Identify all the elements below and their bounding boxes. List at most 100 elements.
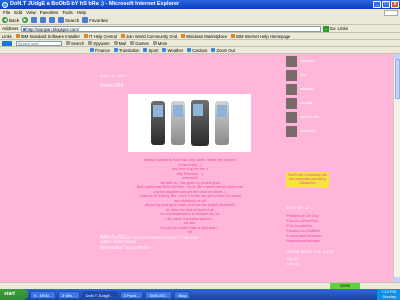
- phone-image: [214, 101, 229, 145]
- archive-link[interactable]: June (4): [286, 262, 299, 267]
- post-image[interactable]: [128, 94, 251, 152]
- toolbar-search-input[interactable]: Search web...: [16, 40, 62, 46]
- profile-list: xiaxiaoyu Mxy alibabao Lisaball sweet in…: [286, 54, 336, 138]
- toolbar-games-button[interactable]: Games: [130, 41, 149, 46]
- go-button[interactable]: → Go: [322, 25, 336, 32]
- post-footer: POSTED BY XIAN AT 7:49 PM 0 COMMENTS LIN…: [100, 236, 280, 244]
- back-button[interactable]: ◀ Back: [2, 17, 19, 23]
- home-button[interactable]: [49, 17, 56, 23]
- scroll-thumb[interactable]: [395, 59, 400, 99]
- clock-day: Sunday: [382, 293, 396, 299]
- profile-name: alibabao: [300, 87, 314, 91]
- zoom-out-label: Zoom Out: [216, 47, 236, 53]
- avatar: [286, 55, 297, 67]
- phone-image: [190, 100, 209, 146]
- link-ibm-help[interactable]: IBM Internet Help Homepage: [231, 34, 290, 39]
- next-post-title[interactable]: Remember i am a BITCH: [100, 245, 151, 250]
- taskbar-item[interactable]: SIMUSO...: [145, 290, 173, 299]
- close-button[interactable]: x: [391, 1, 399, 8]
- sidebar-link[interactable]: *Inspirations/be/inspo: [286, 239, 322, 244]
- toolbar-more-button[interactable]: More: [152, 41, 167, 46]
- finance-button[interactable]: Finance: [90, 48, 110, 53]
- vertical-scrollbar[interactable]: [393, 54, 400, 282]
- weather-button[interactable]: Weather: [162, 48, 183, 53]
- taskbar-item-active[interactable]: DoN.T JUdgE...: [81, 290, 118, 299]
- menu-favorites[interactable]: Favorites: [40, 10, 59, 15]
- blog-post: JULY 4, 2007 Nokia N95 always wanted to …: [100, 74, 280, 244]
- link-windows-marketplace[interactable]: Windows Marketplace: [181, 34, 227, 39]
- ie-icon: [2, 1, 8, 8]
- taskbar-item[interactable]: Blog: [174, 290, 191, 299]
- minimize-button[interactable]: _: [373, 1, 381, 8]
- address-input[interactable]: http://xianpan.blogspot.com/: [20, 25, 321, 32]
- home-icon: [49, 17, 56, 23]
- navigation-toolbar: ◀ Back ▶ Search Favorites: [0, 16, 400, 25]
- avatar: [286, 125, 297, 137]
- menu-file[interactable]: File: [3, 10, 10, 15]
- post-title[interactable]: Nokia N95: [100, 83, 280, 89]
- profile-item[interactable]: xiaxiaoyu: [286, 54, 336, 68]
- link-ibm-installer[interactable]: IBM Standard Software Installer: [16, 34, 80, 39]
- avatar: [286, 69, 297, 81]
- search-icon: [58, 17, 65, 23]
- link-it-help[interactable]: IT Help Central: [84, 34, 117, 39]
- forward-button[interactable]: ▶: [22, 17, 29, 23]
- mail-icon: [113, 41, 118, 45]
- taskbar: start 9 - MSN... 3 Win... DoN.T JUdgE...…: [0, 289, 400, 300]
- links-bar-label: Links: [2, 33, 12, 39]
- community-widget[interactable]: ForeFinder Community visit the community…: [286, 172, 329, 188]
- post-body: always wanted to have this cool, sleek, …: [100, 158, 280, 235]
- refresh-button[interactable]: [40, 17, 47, 23]
- status-bar: 100%: [0, 282, 400, 289]
- back-arrow-icon: ◀: [2, 17, 8, 23]
- menu-edit[interactable]: Edit: [14, 10, 22, 15]
- taskbar-item[interactable]: 3 Win...: [58, 290, 80, 299]
- profile-item[interactable]: Mxy: [286, 68, 336, 82]
- shield-icon: [88, 41, 93, 45]
- toolbar-search-button[interactable]: Search: [66, 41, 84, 46]
- favorites-button[interactable]: Favorites: [82, 17, 108, 23]
- toolbar-spyware-label: Spyware: [93, 40, 110, 46]
- system-tray: 7:24 PM Sunday: [377, 289, 400, 300]
- profile-item[interactable]: loverlovet: [286, 124, 336, 138]
- profile-item[interactable]: sweet in me: [286, 110, 336, 124]
- menu-tools[interactable]: Tools: [62, 10, 73, 15]
- next-post-date: JULY 3, 2007: [100, 234, 127, 238]
- zoom-out-button[interactable]: Zoom Out: [211, 48, 235, 53]
- go-arrow-icon: →: [322, 25, 329, 32]
- profile-name: Lisaball: [300, 101, 313, 105]
- toolbar-mail-button[interactable]: Mail: [113, 41, 126, 46]
- maximize-button[interactable]: □: [382, 1, 390, 8]
- archive-list: July (5) June (4): [286, 257, 299, 267]
- menu-view[interactable]: View: [26, 10, 36, 15]
- search-button[interactable]: Search: [58, 17, 79, 23]
- start-button[interactable]: start: [0, 289, 28, 300]
- casinos-button[interactable]: Casinos: [187, 48, 207, 53]
- info-toolbar: Finance Translation Sport Weather Casino…: [0, 47, 400, 54]
- phone-image: [170, 101, 185, 145]
- avatar: [286, 97, 297, 109]
- translation-label: Translation: [118, 47, 140, 53]
- avatar: [286, 83, 297, 95]
- menu-bar: File Edit View Favorites Tools Help: [0, 9, 400, 16]
- post-line: ok!: [187, 230, 193, 234]
- profile-name: xiaxiaoyu: [300, 59, 315, 63]
- translation-button[interactable]: Translation: [113, 47, 140, 53]
- title-bar: DoN.T JUdgE a BoObS bY hS bRa ;) - Micro…: [0, 0, 400, 9]
- weather-icon: [162, 48, 167, 52]
- taskbar-item[interactable]: 3 Paint...: [119, 290, 144, 299]
- translation-icon: [113, 48, 118, 52]
- sidebar-archive-title: THOSE WERE THE DAYS: [286, 250, 334, 254]
- link-world-grid[interactable]: Join World Community Grid: [121, 34, 177, 39]
- post-labels[interactable]: LABELS: MAKE THINGS: [100, 240, 280, 244]
- finance-label: Finance: [95, 47, 110, 53]
- profile-item[interactable]: alibabao: [286, 82, 336, 96]
- stop-button[interactable]: [31, 17, 38, 23]
- links-label[interactable]: Links: [338, 26, 349, 31]
- taskbar-item[interactable]: 9 - MSN...: [30, 290, 57, 299]
- sport-button[interactable]: Sport: [143, 48, 158, 53]
- toolbar-spyware-button[interactable]: Spyware: [88, 40, 110, 46]
- profile-item[interactable]: Lisaball: [286, 96, 336, 110]
- menu-help[interactable]: Help: [77, 10, 86, 15]
- sport-icon: [143, 48, 148, 52]
